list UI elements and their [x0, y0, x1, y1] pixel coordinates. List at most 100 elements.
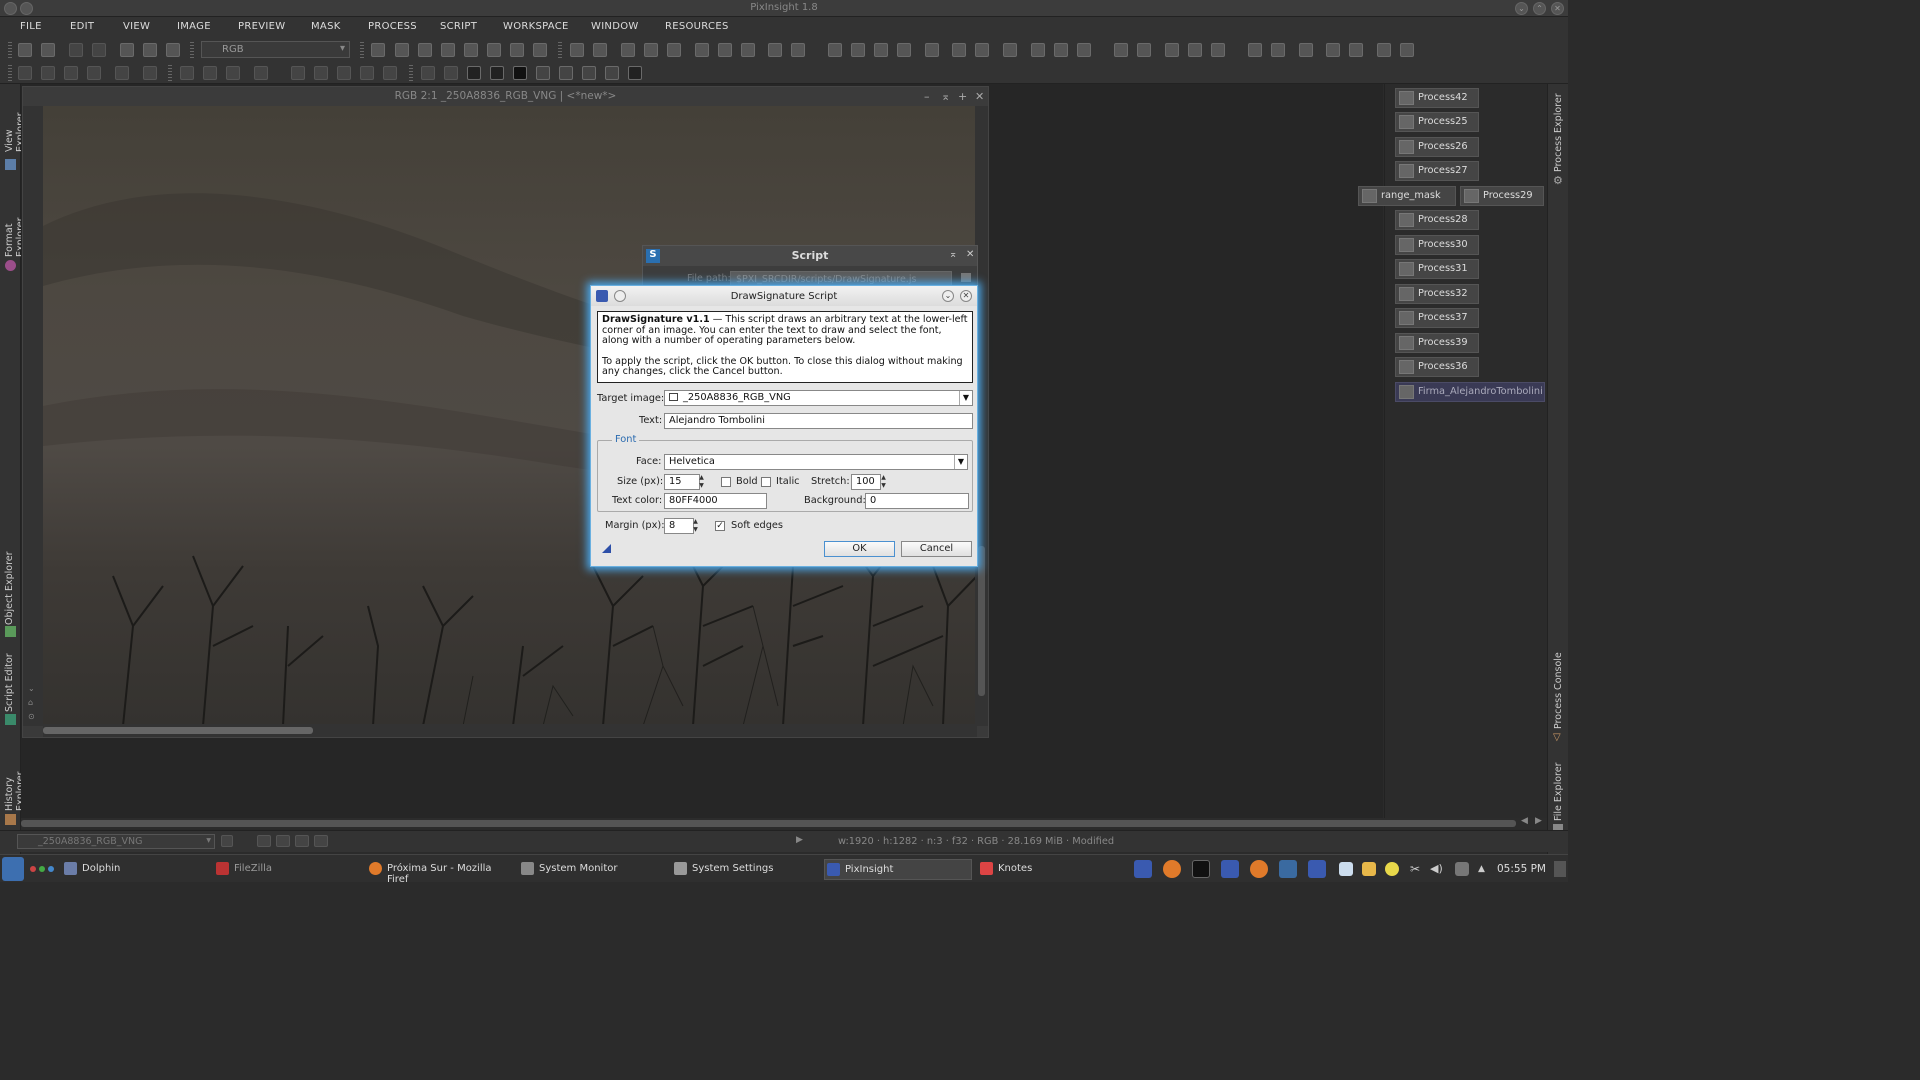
volume-icon[interactable]: ◀) — [1430, 862, 1444, 876]
vertical-scroll-thumb[interactable] — [978, 546, 985, 696]
explorer-icon[interactable] — [1188, 43, 1202, 57]
size-spinbox[interactable]: 15 — [664, 474, 700, 490]
fill-icon[interactable] — [559, 66, 573, 80]
object-explorer-tab[interactable]: Object Explorer — [4, 550, 15, 625]
menu-resources[interactable]: RESOURCES — [665, 21, 729, 32]
process-icon[interactable]: Process39 — [1395, 333, 1479, 353]
close-icon[interactable]: ✕ — [1551, 2, 1564, 15]
fit-view-icon[interactable] — [695, 43, 709, 57]
fill-icon[interactable] — [628, 66, 642, 80]
close-icon[interactable]: ✕ — [960, 290, 972, 302]
menu-process[interactable]: PROCESS — [368, 21, 417, 32]
zoom-1-1-icon[interactable] — [621, 43, 635, 57]
monitor-icon[interactable] — [1271, 43, 1285, 57]
close-icon[interactable]: ✕ — [975, 90, 984, 103]
process-icon[interactable]: Process26 — [1395, 137, 1479, 157]
zoom-fit-icon[interactable] — [644, 43, 658, 57]
play-icon[interactable]: ▶ — [796, 835, 803, 845]
tool-icon[interactable] — [314, 835, 328, 847]
task-system-monitor[interactable]: System Monitor — [519, 859, 664, 880]
menu-window[interactable]: WINDOW — [591, 21, 639, 32]
app-pin-icon[interactable] — [20, 2, 33, 15]
tray-expand-icon[interactable]: ▲ — [1478, 864, 1488, 874]
workspace-icon[interactable] — [1400, 43, 1414, 57]
tool-icon[interactable] — [203, 66, 217, 80]
process-icon[interactable]: Process28 — [1395, 210, 1479, 230]
stf-icon[interactable] — [1054, 43, 1068, 57]
minimize-icon[interactable]: ⌄ — [1515, 2, 1528, 15]
firefox-launcher-icon[interactable] — [1163, 860, 1181, 878]
fill-icon[interactable] — [467, 66, 481, 80]
workspace-icon[interactable] — [1349, 43, 1363, 57]
explorer-icon[interactable] — [1137, 43, 1151, 57]
fill-icon[interactable] — [513, 66, 527, 80]
menu-file[interactable]: FILE — [20, 21, 42, 32]
display-channel-icon[interactable] — [952, 43, 966, 57]
display-channel-icon[interactable] — [925, 43, 939, 57]
pixinsight-launcher-icon[interactable] — [1134, 860, 1152, 878]
process-icon[interactable]: Process36 — [1395, 357, 1479, 377]
file-explorer-tab[interactable]: File Explorer — [1553, 756, 1564, 821]
network-icon[interactable] — [1455, 862, 1469, 876]
process-icon[interactable]: Process31 — [1395, 259, 1479, 279]
scroll-left-icon[interactable]: ◀ — [1521, 816, 1528, 826]
tool-icon[interactable]: ⌄ — [28, 684, 35, 693]
spin-arrows-icon[interactable]: ▲ ▼ — [697, 474, 706, 490]
process-explorer-tab[interactable]: Process Explorer — [1553, 92, 1564, 172]
background-field[interactable]: 0 — [865, 493, 969, 509]
process-icon[interactable]: Process42 — [1395, 88, 1479, 108]
process-icon[interactable]: Process29 — [1460, 186, 1544, 206]
window-icon[interactable] — [791, 43, 805, 57]
menu-preview[interactable]: PREVIEW — [238, 21, 285, 32]
task-filezilla[interactable]: FileZilla — [214, 859, 354, 880]
menu-mask[interactable]: MASK — [311, 21, 341, 32]
spin-arrows-icon[interactable]: ▲ ▼ — [879, 474, 888, 490]
tool-icon[interactable] — [276, 835, 290, 847]
bulb-icon[interactable] — [1385, 862, 1399, 876]
text-field[interactable]: Alejandro Tombolini — [664, 413, 973, 429]
minimize-icon[interactable]: – — [924, 90, 930, 103]
process-icon[interactable]: Process37 — [1395, 308, 1479, 328]
script-editor-tab[interactable]: Script Editor — [4, 652, 15, 712]
tool-icon[interactable] — [254, 66, 268, 80]
new-image-icon[interactable] — [120, 43, 134, 57]
activity-dot-icon[interactable] — [48, 866, 54, 872]
open-icon[interactable] — [143, 43, 157, 57]
tool-icon[interactable]: ⌂ — [28, 698, 33, 707]
process-icon[interactable]: Process27 — [1395, 161, 1479, 181]
tool-icon[interactable] — [64, 66, 78, 80]
bold-checkbox[interactable] — [721, 477, 731, 487]
mask-icon[interactable] — [828, 43, 842, 57]
menu-edit[interactable]: EDIT — [70, 21, 94, 32]
save-icon[interactable] — [166, 43, 180, 57]
display-channel-icon[interactable] — [975, 43, 989, 57]
pin-icon[interactable] — [614, 290, 626, 302]
process-icon[interactable]: Process25 — [1395, 112, 1479, 132]
window-icon[interactable] — [741, 43, 755, 57]
menu-script[interactable]: SCRIPT — [440, 21, 477, 32]
rotate-icon[interactable] — [291, 66, 305, 80]
tools-icon[interactable]: ✂ — [1408, 862, 1422, 876]
readout-mode-icon[interactable] — [371, 43, 385, 57]
fill-icon[interactable] — [536, 66, 550, 80]
script-window[interactable]: Script S ⌅ ✕ File path: $PXI_SRCDIR/scri… — [642, 245, 978, 289]
workspace-scroll-thumb[interactable] — [21, 820, 1516, 827]
tool-icon[interactable] — [18, 66, 32, 80]
activity-dot-icon[interactable] — [39, 866, 45, 872]
window-icon[interactable] — [768, 43, 782, 57]
fit-view-icon[interactable] — [718, 43, 732, 57]
rotate-icon[interactable] — [337, 66, 351, 80]
tool-icon[interactable] — [87, 66, 101, 80]
maximize-icon[interactable]: ⌃ — [1533, 2, 1546, 15]
task-dolphin[interactable]: Dolphin — [62, 859, 202, 880]
tool-icon[interactable] — [295, 835, 309, 847]
process-icon[interactable]: Process30 — [1395, 235, 1479, 255]
terminal-icon[interactable] — [1192, 860, 1210, 878]
start-menu-icon[interactable] — [2, 857, 24, 881]
minimize-icon[interactable]: ⌄ — [942, 290, 954, 302]
spin-arrows-icon[interactable]: ▲ ▼ — [691, 518, 700, 534]
clock[interactable]: 05:55 PM — [1497, 863, 1546, 875]
rotate-icon[interactable] — [314, 66, 328, 80]
color-space-combo[interactable]: RGB ▾ — [201, 41, 350, 58]
task-knotes[interactable]: Knotes — [978, 859, 1118, 880]
